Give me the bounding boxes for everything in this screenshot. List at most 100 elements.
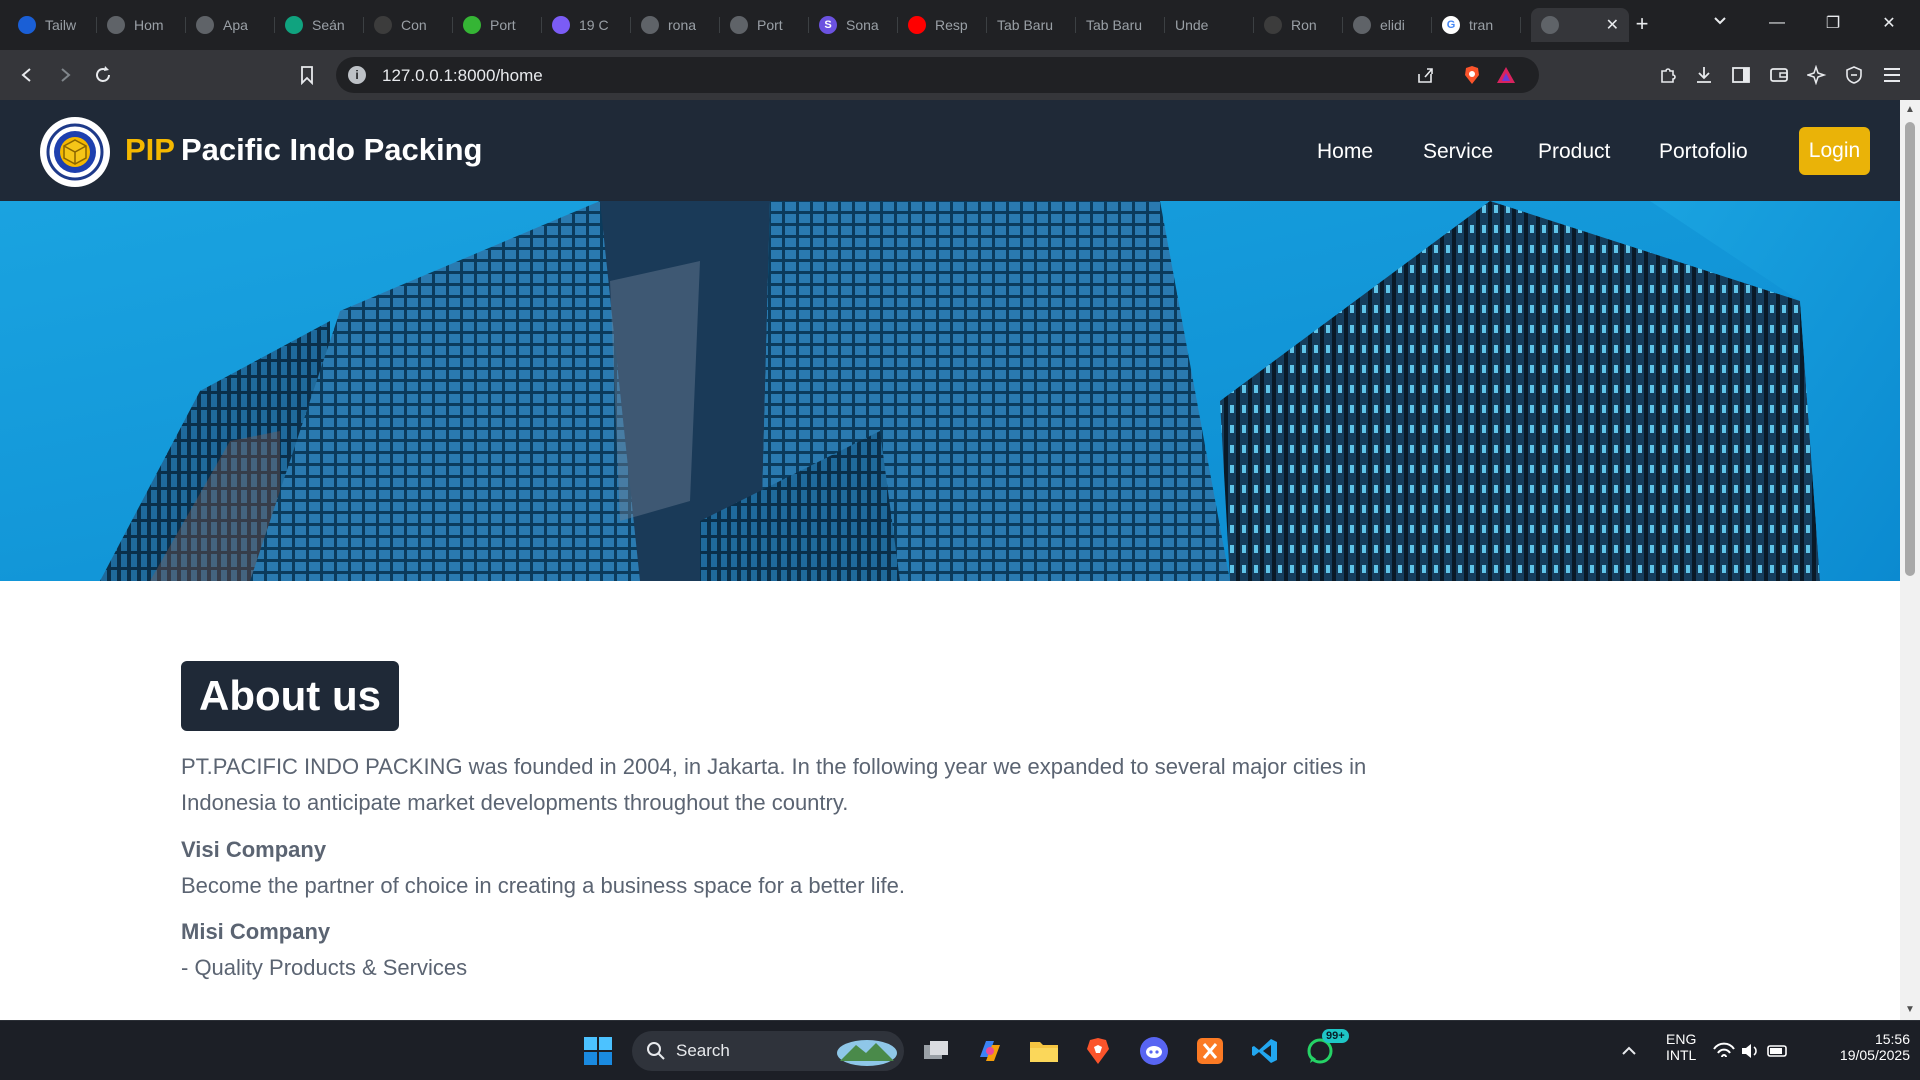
tab-list: Tailw Hom Apa Seán Con Port 19 C rona Port S Sona R…: [8, 8, 1521, 42]
browser-tab[interactable]: Tab Baru: [987, 8, 1076, 42]
browser-tab[interactable]: elidi: [1343, 8, 1432, 42]
address-url: 127.0.0.1:8000/home: [382, 66, 543, 85]
tab-title: Port: [757, 17, 783, 33]
browser-tab[interactable]: Port: [453, 8, 542, 42]
clock[interactable]: 15:56 19/05/2025: [1810, 1031, 1910, 1063]
windows-logo-icon: [584, 1037, 612, 1065]
nav-service[interactable]: Service: [1423, 140, 1493, 164]
browser-tab[interactable]: Gtran: [1432, 8, 1521, 42]
arrow-right-icon: [61, 68, 71, 82]
browser-tab[interactable]: Tailw: [8, 8, 97, 42]
hero-image: [0, 201, 1900, 581]
forward-button[interactable]: [50, 60, 80, 90]
brand-text: Pacific Indo Packing: [180, 132, 483, 167]
network-volume-battery[interactable]: [1712, 1033, 1792, 1069]
tab-title: Sona: [846, 17, 879, 33]
tab-favicon-icon: [107, 16, 125, 34]
browser-tab[interactable]: S Sona: [809, 8, 898, 42]
minimize-button[interactable]: —: [1754, 8, 1800, 38]
about-section: About us PT.PACIFIC INDO PACKING was fou…: [181, 661, 1441, 981]
browser-tab[interactable]: Port: [720, 8, 809, 42]
downloads-icon[interactable]: [1692, 63, 1716, 87]
browser-tab[interactable]: 19 C: [542, 8, 631, 42]
address-bar[interactable]: i 127.0.0.1:8000/home: [336, 57, 1539, 93]
vscode-button[interactable]: [1247, 1033, 1283, 1069]
tab-strip: Tailw Hom Apa Seán Con Port 19 C rona Port S Sona R…: [0, 0, 1920, 50]
back-button[interactable]: [12, 60, 42, 90]
search-label: Search: [676, 1041, 730, 1060]
browser-tab[interactable]: Tab Baru: [1076, 8, 1165, 42]
copilot-button[interactable]: [972, 1033, 1008, 1069]
site-info-icon[interactable]: i: [348, 66, 366, 84]
tab-favicon-icon: G: [1442, 16, 1460, 34]
tab-active[interactable]: ✕: [1531, 8, 1629, 42]
brave-icon: [1087, 1038, 1109, 1064]
wallet-icon[interactable]: [1767, 63, 1791, 87]
menu-icon[interactable]: [1880, 63, 1904, 87]
visi-text: Become the partner of choice in creating…: [181, 873, 905, 898]
browser-tab[interactable]: Hom: [97, 8, 186, 42]
new-tab-button[interactable]: +: [1628, 10, 1656, 38]
folder-icon: [1030, 1042, 1058, 1062]
tab-search-button[interactable]: [1712, 12, 1728, 31]
browser-tab[interactable]: Unde: [1165, 8, 1254, 42]
browser-tab[interactable]: Ron: [1254, 8, 1343, 42]
discord-button[interactable]: [1136, 1033, 1172, 1069]
tab-title: rona: [668, 17, 697, 33]
language-indicator[interactable]: ENG INTL: [1666, 1031, 1697, 1063]
sidebar-icon[interactable]: [1729, 63, 1753, 87]
language-label: ENG: [1666, 1031, 1697, 1047]
show-hidden-icons[interactable]: [1615, 1033, 1643, 1069]
company-logo[interactable]: [40, 117, 110, 187]
xampp-icon: [1197, 1038, 1223, 1064]
scroll-up-icon[interactable]: ▲: [1904, 104, 1916, 116]
nav-home[interactable]: Home: [1317, 140, 1373, 164]
task-view-button[interactable]: [918, 1033, 954, 1069]
page-scrollbar[interactable]: ▲ ▼: [1900, 100, 1920, 1020]
close-tab-icon[interactable]: ✕: [1606, 15, 1619, 35]
restore-button[interactable]: ❐: [1810, 8, 1856, 38]
brave-rewards-icon[interactable]: [1496, 65, 1516, 85]
browser-tab[interactable]: rona: [631, 8, 720, 42]
globe-icon: [1541, 16, 1559, 34]
taskbar-search[interactable]: Search: [632, 1031, 904, 1071]
tab-title: Con: [401, 17, 427, 33]
copilot-icon: [980, 1041, 1000, 1061]
whatsapp-button[interactable]: 99+: [1302, 1029, 1349, 1069]
tab-title: Apa: [223, 17, 248, 33]
nav-product[interactable]: Product: [1538, 140, 1610, 164]
browser-tab[interactable]: Seán: [275, 8, 364, 42]
chevron-up-icon: [1622, 1046, 1636, 1055]
brand-name[interactable]: PIP Pacific Indo Packing: [125, 132, 482, 168]
file-explorer-button[interactable]: [1026, 1033, 1062, 1069]
wallet-shape-icon: [1770, 68, 1788, 82]
browser-tab[interactable]: Con: [364, 8, 453, 42]
nav-portofolio[interactable]: Portofolio: [1659, 140, 1748, 164]
xampp-button[interactable]: [1192, 1033, 1228, 1069]
search-icon: [647, 1042, 665, 1060]
reload-button[interactable]: [88, 60, 118, 90]
keyboard-layout-label: INTL: [1666, 1047, 1697, 1063]
hamburger-icon: [1884, 68, 1900, 82]
vpn-icon[interactable]: [1842, 63, 1866, 87]
close-window-button[interactable]: ✕: [1866, 8, 1912, 38]
bookmark-button[interactable]: [292, 60, 322, 90]
tab-title: elidi: [1380, 17, 1405, 33]
login-button[interactable]: Login: [1799, 127, 1870, 175]
visi-heading: Visi Company: [181, 837, 327, 862]
tab-favicon-icon: [1264, 16, 1282, 34]
scroll-down-icon[interactable]: ▼: [1904, 1004, 1916, 1016]
tab-favicon-icon: S: [819, 16, 837, 34]
browser-tab[interactable]: Apa: [186, 8, 275, 42]
start-button[interactable]: [580, 1033, 616, 1069]
browser-tab[interactable]: Resp: [898, 8, 987, 42]
tab-title: Port: [490, 17, 516, 33]
share-icon[interactable]: [1416, 65, 1436, 85]
reload-icon: [96, 66, 110, 82]
leo-ai-icon[interactable]: [1805, 63, 1829, 87]
brave-taskbar-button[interactable]: [1080, 1033, 1116, 1069]
tab-title: Tab Baru: [997, 17, 1054, 33]
brave-shield-icon[interactable]: [1462, 65, 1482, 85]
extensions-icon[interactable]: [1656, 63, 1680, 87]
scrollbar-thumb[interactable]: [1905, 122, 1915, 576]
